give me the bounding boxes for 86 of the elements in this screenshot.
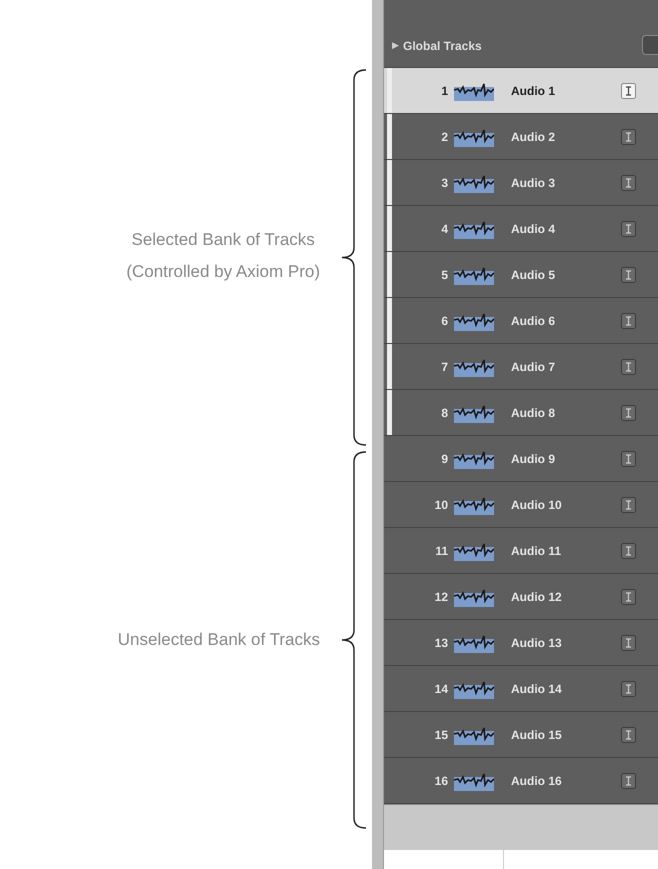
section-title: Global Tracks	[403, 38, 482, 55]
track-row[interactable]: 11 Audio 11	[384, 528, 658, 574]
track-row[interactable]: 9 Audio 9	[384, 436, 658, 482]
track-name: Audio 1	[511, 82, 556, 100]
track-row[interactable]: 13 Audio 13	[384, 620, 658, 666]
track-number: 13	[434, 634, 448, 652]
input-monitor-button[interactable]	[621, 542, 636, 558]
input-monitor-button[interactable]	[621, 82, 636, 98]
waveform-icon	[454, 126, 494, 146]
track-name: Audio 15	[511, 726, 563, 744]
track-name: Audio 6	[511, 312, 556, 330]
track-number: 8	[440, 404, 448, 422]
track-name: Audio 4	[511, 220, 556, 238]
track-row[interactable]: 1 Audio 1	[384, 68, 658, 114]
track-row[interactable]: 8 Audio 8	[384, 390, 658, 436]
input-monitor-button[interactable]	[621, 312, 636, 328]
track-number: 9	[440, 450, 448, 468]
waveform-icon	[454, 80, 494, 100]
waveform-icon	[454, 310, 494, 330]
track-number: 5	[440, 266, 448, 284]
track-name: Audio 3	[511, 174, 556, 192]
track-name: Audio 16	[511, 772, 563, 790]
track-name: Audio 11	[511, 542, 562, 560]
waveform-icon	[454, 540, 494, 560]
track-row[interactable]: 10 Audio 10	[384, 482, 658, 528]
track-row[interactable]: 14 Audio 14	[384, 666, 658, 712]
track-number: 3	[440, 174, 448, 192]
track-row[interactable]: 2 Audio 2	[384, 114, 658, 160]
input-monitor-button[interactable]	[621, 128, 636, 144]
waveform-icon	[454, 172, 494, 192]
track-number: 7	[440, 358, 448, 376]
waveform-icon	[454, 632, 494, 652]
track-number: 10	[434, 496, 448, 514]
waveform-icon	[454, 770, 494, 790]
input-monitor-button[interactable]	[621, 680, 636, 696]
track-number: 15	[434, 726, 448, 744]
input-monitor-button[interactable]	[621, 726, 636, 742]
track-number: 1	[440, 82, 448, 100]
input-monitor-button[interactable]	[621, 404, 636, 420]
input-monitor-button[interactable]	[621, 266, 636, 282]
track-row[interactable]: 16 Audio 16	[384, 758, 658, 804]
track-name: Audio 14	[511, 680, 563, 698]
input-monitor-button[interactable]	[621, 450, 636, 466]
track-row[interactable]: 4 Audio 4	[384, 206, 658, 252]
track-number: 2	[440, 128, 448, 146]
disclosure-triangle[interactable]: ▶	[392, 39, 399, 53]
track-row[interactable]: 3 Audio 3	[384, 160, 658, 206]
track-row[interactable]: 6 Audio 6	[384, 298, 658, 344]
track-number: 14	[434, 680, 448, 698]
track-number: 6	[440, 312, 448, 330]
input-monitor-button[interactable]	[621, 588, 636, 604]
track-name: Audio 12	[511, 588, 563, 606]
track-row[interactable]: 12 Audio 12	[384, 574, 658, 620]
track-name: Audio 2	[511, 128, 556, 146]
track-number: 4	[440, 220, 448, 238]
waveform-icon	[454, 494, 494, 514]
input-monitor-button[interactable]	[621, 496, 636, 512]
waveform-icon	[454, 724, 494, 744]
track-number: 16	[434, 772, 448, 790]
waveform-icon	[454, 356, 494, 376]
header-button[interactable]	[642, 35, 658, 55]
track-name: Audio 8	[511, 404, 556, 422]
track-number: 12	[434, 588, 448, 606]
input-monitor-button[interactable]	[621, 220, 636, 236]
track-name: Audio 10	[511, 496, 563, 514]
input-monitor-button[interactable]	[621, 174, 636, 190]
annotation-label: Unselected Bank of Tracks	[118, 629, 320, 651]
track-row[interactable]: 7 Audio 7	[384, 344, 658, 390]
waveform-icon	[454, 448, 494, 468]
waveform-icon	[454, 678, 494, 698]
track-name: Audio 9	[511, 450, 556, 468]
annotation-label: Selected Bank of Tracks	[131, 228, 315, 250]
waveform-icon	[454, 586, 494, 606]
input-monitor-button[interactable]	[621, 634, 636, 650]
track-name: Audio 13	[511, 634, 563, 652]
track-number: 11	[434, 542, 448, 560]
waveform-icon	[454, 402, 494, 422]
waveform-icon	[454, 218, 494, 238]
track-row[interactable]: 5 Audio 5	[384, 252, 658, 298]
track-name: Audio 5	[511, 266, 556, 284]
input-monitor-button[interactable]	[621, 772, 636, 788]
input-monitor-button[interactable]	[621, 358, 636, 374]
waveform-icon	[454, 264, 494, 284]
track-name: Audio 7	[511, 358, 556, 376]
annotation-label: (Controlled by Axiom Pro)	[126, 260, 320, 282]
track-row[interactable]: 15 Audio 15	[384, 712, 658, 758]
